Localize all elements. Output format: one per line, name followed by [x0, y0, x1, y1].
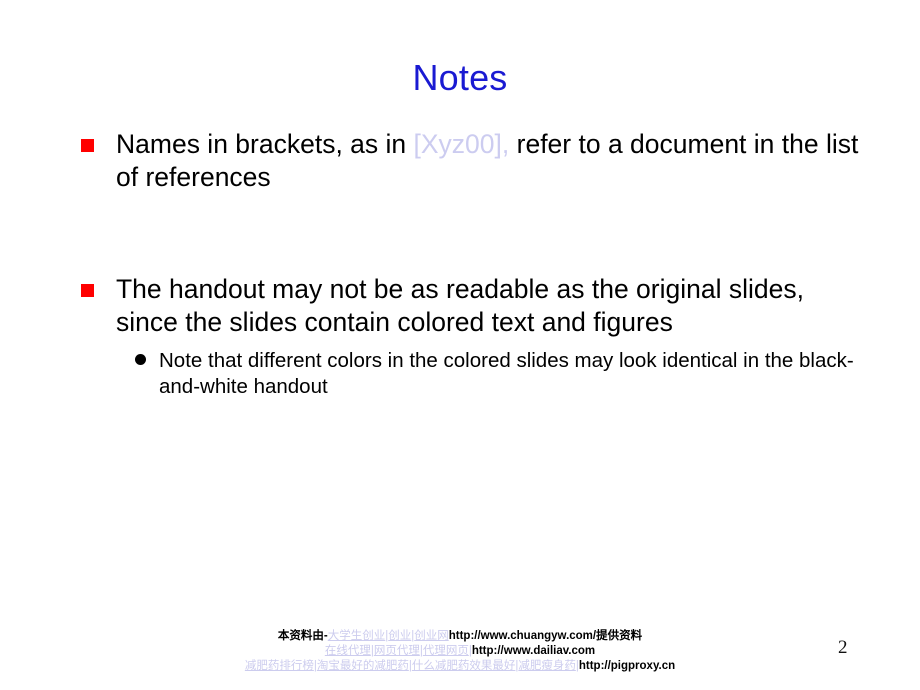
footer-url-pigproxy[interactable]: http://pigproxy.cn	[579, 660, 675, 672]
footer-link-shenme-jianfeiyao-xiaoguo[interactable]: 什么减肥药效果最好	[412, 660, 516, 672]
bullet-item-1-text: Names in brackets, as in [Xyz00], refer …	[116, 128, 868, 195]
footer-link-zaixian-daili[interactable]: 在线代理	[325, 645, 371, 657]
square-bullet-icon	[81, 139, 94, 152]
bullet-1-text-before: Names in brackets, as in	[116, 129, 414, 159]
slide-canvas: Notes Names in brackets, as in [Xyz00], …	[0, 0, 920, 690]
page-number: 2	[838, 637, 848, 658]
footer-url-chuangyw[interactable]: http://www.chuangyw.com/	[449, 630, 596, 642]
footer-line-1-prefix: 本资料由-	[277, 630, 328, 642]
footer-link-chuangyewang[interactable]: 创业网	[414, 630, 449, 642]
sub-bullet-list: Note that different colors in the colore…	[78, 348, 868, 400]
bullet-1-reference-tag: [Xyz00],	[413, 129, 510, 159]
footer-line-3: 减肥药排行榜|淘宝最好的减肥药|什么减肥药效果最好|减肥瘦身药|http://p…	[0, 659, 920, 674]
bullet-item-2: The handout may not be as readable as th…	[78, 273, 868, 340]
bullet-item-1: Names in brackets, as in [Xyz00], refer …	[78, 128, 868, 195]
footer-link-taobao-zuihao-jianfeiyao[interactable]: 淘宝最好的减肥药	[317, 660, 409, 672]
slide-body: Names in brackets, as in [Xyz00], refer …	[78, 128, 868, 400]
sub-bullet-item-1-text: Note that different colors in the colore…	[159, 348, 854, 398]
footer-line-1-suffix: 提供资料	[596, 630, 643, 642]
footer-link-jianfeiyao-paihangbang[interactable]: 减肥药排行榜	[245, 660, 314, 672]
bullet-item-2-text: The handout may not be as readable as th…	[116, 273, 804, 338]
square-bullet-icon	[81, 283, 94, 297]
footer-link-block: 本资料由-大学生创业|创业|创业网http://www.chuangyw.com…	[0, 629, 920, 674]
page-title: Notes	[412, 57, 508, 99]
dot-bullet-icon	[135, 353, 146, 365]
footer-line-2: 在线代理|网页代理|代理网页|http://www.dailiav.com	[0, 644, 920, 659]
footer-link-jianfei-shoushen-yao[interactable]: 减肥瘦身药	[518, 660, 576, 672]
sub-bullet-item-1: Note that different colors in the colore…	[135, 348, 868, 400]
footer-link-wangye-daili[interactable]: 网页代理	[374, 645, 420, 657]
footer-link-daili-wangye[interactable]: 代理网页	[423, 645, 469, 657]
bullet-spacer	[78, 195, 868, 273]
footer-line-1: 本资料由-大学生创业|创业|创业网http://www.chuangyw.com…	[0, 629, 920, 644]
footer-link-daxuesheng-chuangye[interactable]: 大学生创业	[328, 630, 386, 642]
footer-link-chuangye[interactable]: 创业	[388, 630, 411, 642]
footer-url-dailiav[interactable]: http://www.dailiav.com	[472, 645, 595, 657]
